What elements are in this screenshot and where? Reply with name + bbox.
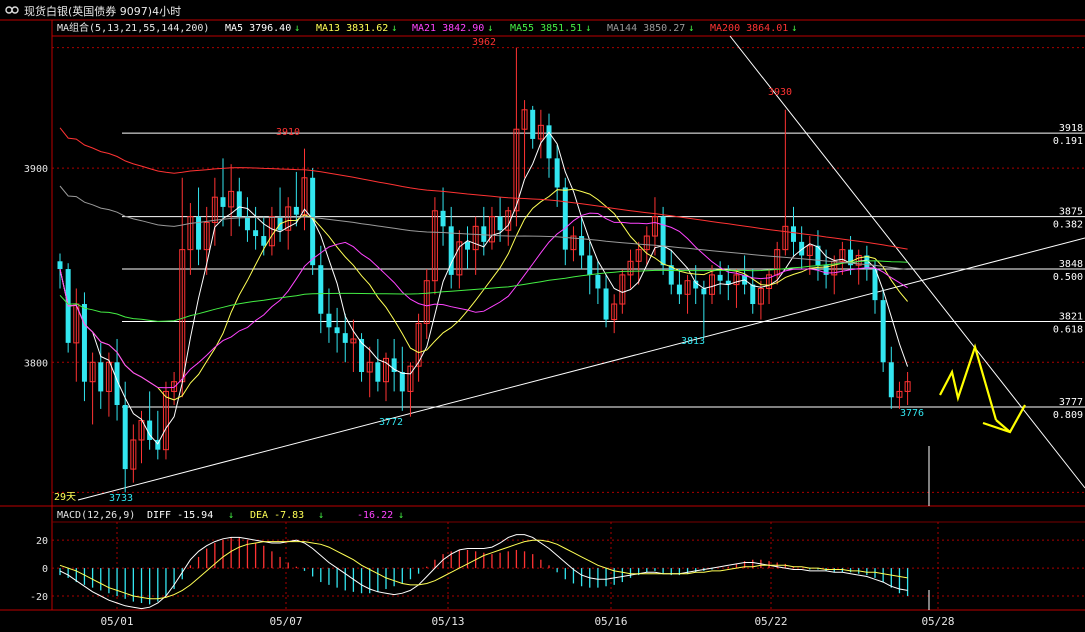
- support-trendline: [77, 237, 1085, 501]
- ma-legend-item: MA21 3842.90: [412, 23, 484, 34]
- candle-body-down: [122, 405, 128, 470]
- candle-body-down: [310, 177, 316, 266]
- candle-body-down: [791, 226, 796, 242]
- fib-ratio-label: 0.500: [1053, 272, 1083, 283]
- macd-label: MACD(12,26,9): [57, 510, 135, 521]
- candle-body-down: [481, 226, 487, 242]
- fib-price-label: 3848: [1059, 259, 1083, 270]
- macd-value-arrow: ↓: [398, 510, 404, 521]
- fib-price-label: 3777: [1059, 397, 1083, 408]
- candle-body-down: [888, 362, 894, 398]
- price-extreme-label: 3910: [276, 127, 300, 138]
- candle-body-down: [701, 288, 707, 295]
- price-extreme-label: 3733: [109, 493, 133, 504]
- candle-body-down: [546, 125, 552, 159]
- ma-legend: MA组合(5,13,21,55,144,200) MA5 3796.40 ↓ MA1…: [57, 21, 797, 34]
- ma5-line: [59, 131, 909, 445]
- price-extreme-label: 3962: [472, 37, 496, 48]
- candle-body-down: [318, 265, 324, 314]
- ma-legend-item: MA144 3850.27: [607, 23, 685, 34]
- candle-body-down: [261, 236, 267, 246]
- ma-legend-arrow: ↓: [391, 23, 397, 34]
- candle-body-down: [554, 158, 560, 188]
- date-tick-label: 05/13: [431, 615, 464, 628]
- candle-body-down: [98, 362, 104, 392]
- ma-legend-arrow: ↓: [294, 23, 300, 34]
- ma-legend-arrow: ↓: [487, 23, 493, 34]
- candle-body-down: [236, 191, 242, 217]
- period-label: 29天: [54, 492, 76, 503]
- candle-body-down: [676, 284, 682, 295]
- candle-body-down: [375, 362, 381, 382]
- date-tick-label: 05/07: [269, 615, 302, 628]
- candle-body-down: [196, 216, 202, 250]
- price-extreme-label: 3776: [900, 408, 924, 419]
- macd-diff-label: DIFF -15.94: [147, 510, 213, 521]
- candle-body-down: [244, 216, 250, 231]
- ma-legend-arrow: ↓: [791, 23, 797, 34]
- chart-canvas[interactable]: MA组合(5,13,21,55,144,200) MA5 3796.40 ↓ MA1…: [0, 0, 1085, 632]
- ma-legend-arrow: ↓: [688, 23, 694, 34]
- fib-price-label: 3821: [1059, 311, 1083, 322]
- date-tick-label: 05/01: [100, 615, 133, 628]
- date-tick-label: 05/22: [754, 615, 787, 628]
- candle-body-down: [57, 261, 63, 270]
- candle-body-down: [880, 300, 886, 363]
- macd-tick-label: 20: [36, 536, 48, 547]
- candle-body-down: [595, 274, 601, 289]
- macd-dea-label: DEA -7.83: [250, 510, 304, 521]
- candle-body-down: [253, 230, 259, 237]
- ma55-line: [59, 260, 908, 322]
- ma-legend-item: MA13 3831.62: [316, 23, 388, 34]
- price-tick-label: 3800: [24, 358, 48, 369]
- candle-body-down: [81, 304, 87, 382]
- moving-average-lines: [59, 127, 909, 445]
- macd-panel: [59, 534, 909, 610]
- macd-dea-arrow: ↓: [318, 510, 324, 521]
- candle-body-down: [497, 216, 503, 231]
- macd-tick-label: 0: [42, 564, 48, 575]
- ma-legend-item: MA200 3864.01: [710, 23, 788, 34]
- candle-body-down: [440, 210, 446, 227]
- macd-diff-arrow: ↓: [228, 510, 234, 521]
- candle-body-down: [717, 274, 723, 281]
- forecast-arrow: [939, 343, 1026, 434]
- candle-body-down: [750, 284, 756, 305]
- fib-ratio-label: 0.382: [1053, 220, 1083, 231]
- fib-ratio-label: 0.191: [1053, 136, 1083, 147]
- macd-tick-label: -20: [30, 592, 48, 603]
- candle-body-down: [465, 241, 470, 250]
- ma-group-label: MA组合(5,13,21,55,144,200): [57, 21, 209, 34]
- fib-ratio-label: 0.618: [1053, 324, 1083, 335]
- candle-body-down: [342, 333, 348, 343]
- candle-body-down: [334, 327, 340, 334]
- fib-price-label: 3875: [1059, 207, 1083, 218]
- price-extreme-label: 3772: [379, 417, 403, 428]
- fib-ratio-label: 0.809: [1053, 410, 1083, 421]
- fib-price-label: 3918: [1059, 123, 1083, 134]
- candle-body-down: [530, 109, 536, 139]
- candle-body-down: [603, 288, 609, 320]
- date-tick-label: 05/28: [921, 615, 954, 628]
- ma-legend-item: MA5 3796.40: [225, 23, 291, 34]
- price-tick-label: 3900: [24, 164, 48, 175]
- macd-legend: MACD(12,26,9) DIFF -15.94 ↓ DEA -7.83 ↓ …: [57, 510, 404, 521]
- candle-body-down: [293, 206, 299, 215]
- ma-legend-arrow: ↓: [585, 23, 591, 34]
- macd-diff-line: [59, 534, 908, 610]
- candle-body-down: [562, 187, 568, 250]
- macd-value-label: -16.22: [357, 510, 393, 521]
- chart-frame: [0, 19, 1085, 611]
- candlesticks: [57, 47, 911, 493]
- candle-body-down: [399, 371, 405, 392]
- date-tick-label: 05/16: [594, 615, 627, 628]
- price-extreme-label: 3930: [768, 87, 792, 98]
- grid-lines: [52, 47, 1085, 610]
- candle-body-down: [326, 313, 332, 328]
- candle-body-down: [220, 197, 226, 207]
- candle-body-down: [587, 255, 593, 275]
- price-extreme-label: 3813: [681, 336, 705, 347]
- ma-legend-item: MA55 3851.51: [510, 23, 582, 34]
